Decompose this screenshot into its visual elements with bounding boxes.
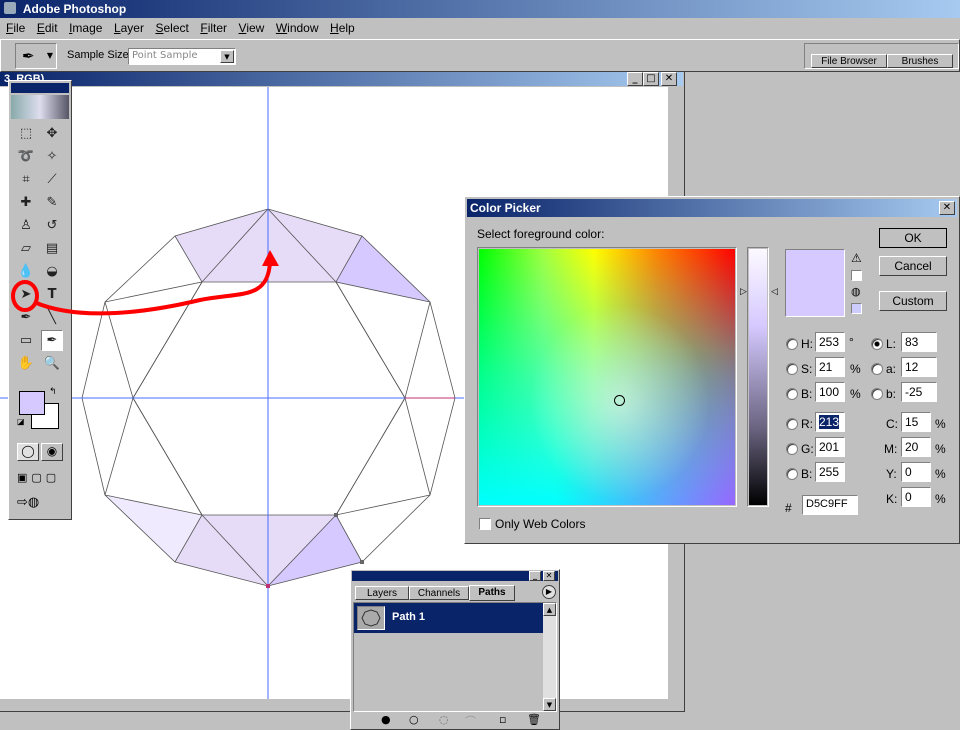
a-label: a: [886, 362, 897, 376]
color-picker-titlebar: Color Picker [467, 199, 957, 217]
k-field[interactable]: 0 [901, 487, 931, 507]
color-field[interactable] [477, 247, 737, 507]
make-work-path-icon[interactable]: ⌒ [465, 713, 476, 729]
palette-menu-button[interactable]: ▶ [542, 585, 556, 599]
picker-prompt: Select foreground color: [477, 227, 605, 241]
m-label: M: [884, 442, 898, 456]
radio-l[interactable] [871, 338, 883, 350]
l-field[interactable]: 83 [901, 332, 937, 352]
color-preview-swatch [785, 249, 845, 317]
custom-button[interactable]: Custom [879, 291, 947, 311]
radio-s[interactable] [786, 363, 798, 375]
g-label: G: [801, 442, 814, 456]
r-value: 213 [819, 415, 840, 429]
radio-h[interactable] [786, 338, 798, 350]
scroll-up-button[interactable]: ▲ [543, 603, 556, 616]
tab-channels[interactable]: Channels [409, 586, 469, 600]
radio-a[interactable] [871, 363, 883, 375]
annotation-arrow [33, 261, 272, 316]
blue-field[interactable]: 255 [815, 462, 845, 482]
color-slider[interactable] [747, 247, 769, 507]
y-label: Y: [886, 467, 897, 481]
r-label: R: [801, 417, 813, 431]
color-gradient [479, 249, 735, 505]
b-unit: % [850, 387, 861, 401]
stroke-path-icon[interactable]: ○ [409, 713, 419, 726]
paths-footer: ● ○ ◌ ⌒ ▫ 🗑 [353, 712, 557, 728]
radio-g[interactable] [786, 443, 798, 455]
color-picker-dialog: Color Picker ✕ Select foreground color: … [464, 196, 960, 544]
cancel-button[interactable]: Cancel [879, 256, 947, 276]
b-field[interactable]: 100 [815, 382, 845, 402]
paths-scrollbar[interactable]: ▲ ▼ [543, 603, 556, 711]
only-web-colors-label: Only Web Colors [495, 517, 586, 531]
paths-palette-titlebar [352, 571, 558, 581]
g-field[interactable]: 201 [815, 437, 845, 457]
color-slider-track [749, 249, 767, 505]
annotation-arrowhead [262, 250, 279, 266]
paths-list: Path 1 ▲ ▼ [353, 602, 557, 712]
lab-b-label: b: [886, 387, 897, 401]
s-label: S: [801, 362, 813, 376]
b-label: B: [801, 387, 813, 401]
fill-path-icon[interactable]: ● [381, 713, 391, 726]
color-field-cursor[interactable] [614, 395, 625, 406]
trash-icon[interactable]: 🗑 [527, 713, 541, 726]
ok-button[interactable]: OK [879, 228, 947, 248]
slider-left-arrow-icon[interactable]: ▷ [740, 287, 747, 297]
hex-label: # [785, 501, 792, 515]
y-field[interactable]: 0 [901, 462, 931, 482]
color-picker-title: Color Picker [470, 201, 541, 215]
path-thumbnail [357, 606, 385, 630]
web-safe-swatch[interactable] [851, 303, 862, 314]
h-field[interactable]: 253 [815, 332, 845, 352]
new-path-icon[interactable]: ▫ [499, 713, 506, 726]
m-unit: % [935, 442, 946, 456]
k-unit: % [935, 492, 946, 506]
palette-minimize-button[interactable]: _ [529, 571, 541, 581]
s-unit: % [850, 362, 861, 376]
tab-paths[interactable]: Paths [469, 585, 515, 601]
load-selection-icon[interactable]: ◌ [439, 713, 449, 726]
radio-b[interactable] [786, 388, 798, 400]
h-unit: ° [849, 335, 854, 349]
radio-blue[interactable] [786, 468, 798, 480]
c-field[interactable]: 15 [901, 412, 931, 432]
k-label: K: [886, 492, 898, 506]
c-unit: % [935, 417, 946, 431]
radio-r[interactable] [786, 418, 798, 430]
lab-b-field[interactable]: -25 [901, 382, 937, 402]
tab-layers[interactable]: Layers [355, 586, 409, 600]
gamut-swatch[interactable] [851, 270, 862, 281]
annotation-circle-tool [11, 280, 39, 312]
gamut-warning-icon[interactable]: ⚠ [851, 251, 862, 265]
m-field[interactable]: 20 [901, 437, 931, 457]
path-name: Path 1 [392, 611, 426, 623]
slider-right-arrow-icon[interactable]: ◁ [771, 287, 778, 297]
path-row[interactable]: Path 1 [354, 603, 543, 633]
y-unit: % [935, 467, 946, 481]
a-field[interactable]: 12 [901, 357, 937, 377]
paths-palette: _ ✕ Layers Channels Paths ▶ Path 1 ▲ ▼ ●… [350, 569, 560, 730]
web-safe-icon[interactable]: ◍ [851, 285, 861, 298]
l-label: L: [886, 337, 897, 351]
scroll-down-button[interactable]: ▼ [543, 698, 556, 711]
only-web-colors-checkbox[interactable] [479, 518, 491, 530]
radio-lab-b[interactable] [871, 388, 883, 400]
blue-label: B: [801, 467, 813, 481]
dialog-close-button[interactable]: ✕ [939, 201, 955, 215]
c-label: C: [886, 417, 898, 431]
r-field[interactable]: 213 [815, 412, 845, 432]
s-field[interactable]: 21 [815, 357, 845, 377]
h-label: H: [801, 337, 813, 351]
palette-close-button[interactable]: ✕ [543, 571, 555, 581]
hex-field[interactable]: D5C9FF [802, 495, 858, 515]
